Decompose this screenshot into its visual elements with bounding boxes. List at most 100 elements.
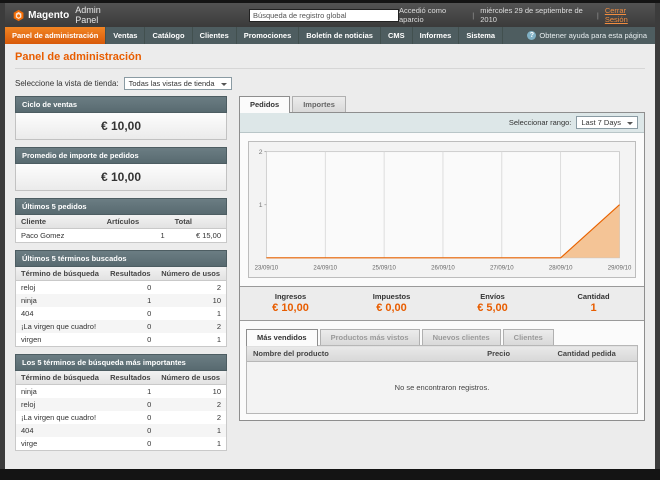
orders-chart: 1 2 23/09/10 24/09/10 25/09/10 26/09/10 27/09/…	[248, 141, 636, 279]
separator: |	[472, 10, 475, 20]
nav-item-customers[interactable]: Clientes	[193, 27, 237, 44]
dashboard-right-column: Pedidos Importes Seleccionar rango: Last…	[239, 96, 645, 422]
stat-label: Envíos	[480, 292, 505, 302]
orders-area-chart: 1 2 23/09/10 24/09/10 25/09/10 26/09/10 27/09/…	[255, 149, 632, 271]
last-search-terms-card: Últimos 5 términos buscados Término de b…	[15, 250, 227, 347]
empty-message: No se encontraron registros.	[246, 361, 638, 414]
nav-item-catalog[interactable]: Catálogo	[145, 27, 193, 44]
search-term: 404	[15, 424, 106, 437]
results-count: 0	[147, 335, 152, 344]
table-row[interactable]: 404 0 1	[16, 307, 227, 320]
stat-revenue: Ingresos € 10,00	[240, 292, 341, 314]
results-count: 0	[105, 320, 157, 333]
uses-count: 2	[216, 413, 221, 422]
logout-link[interactable]: Cerrar Sesión	[605, 6, 647, 24]
results-count: 0	[147, 439, 152, 448]
average-orders-value: € 10,00	[15, 164, 227, 191]
tab-most-viewed[interactable]: Productos más vistos	[319, 329, 420, 346]
store-view-label: Seleccione la vista de tienda:	[15, 79, 119, 88]
nav-item-promotions[interactable]: Promociones	[237, 27, 300, 44]
uses-count: 1	[156, 424, 227, 437]
uses-count: 1	[216, 335, 221, 344]
column-header: Precio	[481, 345, 552, 363]
nav-item-system[interactable]: Sistema	[459, 27, 504, 44]
search-term: ¡La virgen que cuadro!	[21, 413, 97, 422]
tab-customers[interactable]: Clientes	[502, 329, 554, 346]
nav-item-newsletter[interactable]: Boletín de noticias	[299, 27, 381, 44]
tab-new-customers[interactable]: Nuevos clientes	[421, 329, 501, 346]
uses-count: 2	[156, 398, 227, 411]
column-header: Resultados	[105, 371, 157, 385]
dashboard-content: Panel de administración Seleccione la vi…	[5, 44, 655, 469]
table-row[interactable]: reloj 0 2	[16, 281, 227, 295]
range-select[interactable]: Last 7 Days	[576, 116, 638, 129]
stat-quantity: Cantidad 1	[543, 292, 644, 314]
results-count: 0	[147, 413, 152, 422]
average-orders-card: Promedio de importe de pedidos € 10,00	[15, 147, 227, 191]
bestsellers-table: Nombre del producto Precio Cantidad pedi…	[246, 345, 638, 415]
global-search-input[interactable]	[249, 8, 400, 22]
results-count: 0	[105, 424, 157, 437]
brand-suffix: Admin Panel	[75, 5, 101, 25]
table-row[interactable]: ninja 1 10	[16, 385, 227, 399]
table-row[interactable]: reloj 0 2	[15, 398, 227, 411]
top-header: Magento Admin Panel Accedió como aparcio…	[5, 3, 655, 27]
last-orders-title: Últimos 5 pedidos	[15, 198, 227, 215]
table-row[interactable]: Paco Gomez 1 € 15,00	[16, 229, 227, 243]
store-view-switcher: Seleccione la vista de tienda: Todas las…	[15, 77, 645, 90]
uses-count: 10	[212, 387, 221, 396]
column-header: Total	[169, 215, 227, 229]
top-search-terms-title: Los 5 términos de búsqueda más important…	[15, 354, 227, 371]
column-header: Número de usos	[156, 267, 227, 281]
last-search-terms-table: Término de búsqueda Resultados Número de…	[15, 267, 227, 347]
nav-item-reports[interactable]: Informes	[413, 27, 460, 44]
uses-count: 2	[156, 320, 227, 333]
global-search	[249, 8, 400, 22]
lifetime-sales-title: Ciclo de ventas	[15, 96, 227, 113]
frame-bottom-edge	[0, 469, 660, 480]
product-tabs: Más vendidos Productos más vistos Nuevos…	[246, 329, 638, 347]
nav-item-sales[interactable]: Ventas	[106, 27, 146, 44]
svg-text:27/09/10: 27/09/10	[490, 265, 514, 271]
table-row[interactable]: virgen 0 1	[16, 333, 227, 347]
table-row[interactable]: virge 0 1	[16, 437, 227, 451]
table-row[interactable]: ninja 1 10	[15, 294, 227, 307]
tab-amounts[interactable]: Importes	[292, 96, 346, 112]
results-count: 1	[147, 387, 152, 396]
svg-text:24/09/10: 24/09/10	[313, 265, 337, 271]
uses-count: 10	[156, 294, 227, 307]
column-header: Número de usos	[156, 371, 227, 385]
tab-bestsellers[interactable]: Más vendidos	[246, 329, 318, 347]
page-help-link[interactable]: Obtener ayuda para esta página	[519, 27, 655, 44]
stat-value: € 10,00	[272, 302, 309, 315]
range-selector-row: Seleccionar rango: Last 7 Days	[240, 113, 644, 133]
column-header: Cliente	[15, 215, 102, 229]
results-count: 0	[147, 283, 152, 292]
stat-value: € 5,00	[477, 302, 508, 315]
results-count: 0	[105, 398, 157, 411]
tab-orders[interactable]: Pedidos	[239, 96, 291, 113]
nav-item-cms[interactable]: CMS	[381, 27, 413, 44]
search-term: virgen	[21, 335, 42, 344]
range-label: Seleccionar rango:	[508, 118, 572, 127]
header-user-area: Accedió como aparcio | miércoles 29 de s…	[399, 6, 647, 24]
table-row[interactable]: ¡La virgen que cuadro! 0 2	[16, 411, 227, 424]
nav-item-dashboard[interactable]: Panel de administración	[5, 27, 107, 44]
stat-tax: Impuestos € 0,00	[341, 292, 442, 314]
table-row[interactable]: 404 0 1	[15, 424, 227, 437]
order-customer: Paco Gomez	[21, 231, 65, 240]
lifetime-sales-card: Ciclo de ventas € 10,00	[15, 96, 227, 140]
column-header: Artículos	[101, 215, 170, 229]
chart-panel: Seleccionar rango: Last 7 Days 1 2 23/09/1…	[239, 112, 645, 422]
search-term: virge	[21, 439, 38, 448]
dashboard-left-column: Ciclo de ventas € 10,00 Promedio de impo…	[15, 96, 227, 458]
current-date: miércoles 29 de septiembre de 2010	[480, 6, 583, 24]
table-row[interactable]: ¡La virgen que cuadro! 0 2	[15, 320, 227, 333]
store-view-select[interactable]: Todas las vistas de tienda	[123, 77, 232, 90]
svg-text:28/09/10: 28/09/10	[549, 265, 573, 271]
stat-label: Impuestos	[372, 292, 411, 302]
svg-text:2: 2	[259, 149, 263, 156]
svg-text:26/09/10: 26/09/10	[431, 265, 455, 271]
svg-text:23/09/10: 23/09/10	[255, 265, 279, 271]
results-count: 1	[105, 294, 157, 307]
